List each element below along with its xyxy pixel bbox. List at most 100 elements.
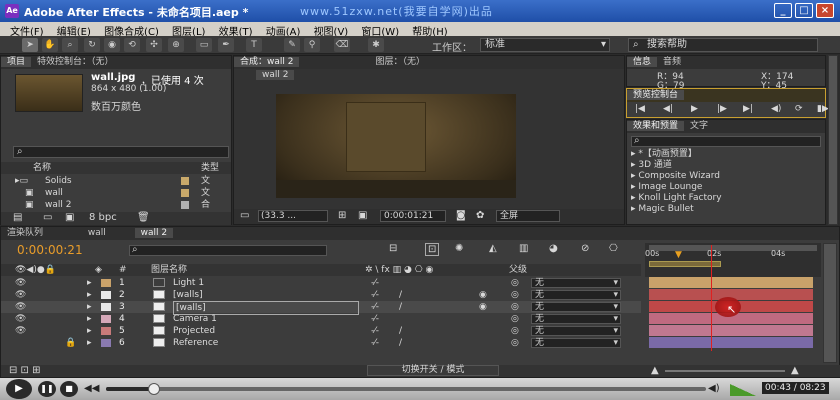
- pickwhip-icon[interactable]: ◎: [511, 325, 519, 337]
- shy-switch-icon[interactable]: -⁄-: [371, 337, 379, 349]
- pickwhip-icon[interactable]: ◎: [511, 337, 519, 349]
- list-item[interactable]: ▸ Image Lounge: [631, 182, 821, 193]
- list-item[interactable]: ▸ Magic Bullet: [631, 204, 821, 215]
- parent-select[interactable]: 无 ▾: [531, 302, 621, 312]
- list-item[interactable]: ▸ *【动画预置】: [631, 149, 821, 160]
- twirl-icon[interactable]: ▸: [87, 313, 92, 325]
- time-ruler[interactable]: 00s 02s 04s ▼: [645, 243, 821, 277]
- last-frame-icon[interactable]: ▶|: [743, 104, 753, 114]
- comp-viewer[interactable]: [276, 94, 516, 198]
- snapshot-icon[interactable]: ◙: [456, 210, 466, 221]
- timeline-search-input[interactable]: ⌕: [129, 244, 327, 256]
- timeline-scrollbar[interactable]: [823, 243, 837, 363]
- tab-effect-controls[interactable]: 特效控制台：（无）: [31, 57, 120, 67]
- quality-switch-icon[interactable]: /: [399, 301, 402, 313]
- hide-shy-icon[interactable]: ◭: [489, 243, 497, 254]
- layer-row[interactable]: 👁 ▸ 2 [walls] -⁄- / ◉ ◎ 无 ▾: [1, 289, 641, 301]
- twirl-icon[interactable]: ▸: [87, 337, 92, 349]
- 3d-switch-icon[interactable]: ◉: [479, 289, 487, 301]
- interpret-footage-icon[interactable]: ▤: [13, 212, 22, 223]
- project-search-input[interactable]: ⌕: [13, 146, 229, 158]
- text-tool-icon[interactable]: T: [246, 38, 262, 52]
- zoom-in-icon[interactable]: ▲: [791, 365, 799, 376]
- shy-switch-icon[interactable]: -⁄-: [371, 313, 379, 325]
- tab-effects-presets[interactable]: 效果和预置: [627, 121, 685, 131]
- layer-name[interactable]: Light 1: [173, 277, 204, 289]
- eye-icon[interactable]: 👁: [15, 313, 26, 325]
- new-folder-icon[interactable]: ▭: [43, 212, 52, 223]
- layer-row[interactable]: 🔒 ▸ 6 Reference -⁄- / ◎ 无 ▾: [1, 337, 641, 349]
- eye-icon[interactable]: 👁: [15, 325, 26, 337]
- play-icon[interactable]: ▶: [691, 104, 698, 114]
- layer-name[interactable]: Projected: [173, 325, 215, 337]
- twirl-icon[interactable]: ▸: [87, 277, 92, 289]
- eye-icon[interactable]: 👁: [15, 289, 26, 301]
- brainstorm-icon[interactable]: ⎔: [609, 243, 618, 254]
- tab-info[interactable]: 信息: [627, 57, 658, 67]
- comp-sub-tab[interactable]: wall 2: [256, 70, 295, 80]
- volume-level[interactable]: [730, 384, 756, 396]
- label-swatch[interactable]: [101, 315, 111, 323]
- live-update-icon[interactable]: ⊡: [425, 243, 440, 256]
- brush-tool-icon[interactable]: ✎: [284, 38, 300, 52]
- pen-tool-icon[interactable]: ✒: [218, 38, 234, 52]
- list-item[interactable]: ▸ 3D 通道: [631, 160, 821, 171]
- maximize-button[interactable]: □: [795, 3, 813, 18]
- column-name[interactable]: 名称: [33, 162, 51, 174]
- label-swatch[interactable]: [101, 279, 111, 287]
- toggle-switches-modes-button[interactable]: 切换开关 / 模式: [367, 365, 499, 376]
- audio-icon[interactable]: ◀): [771, 104, 781, 114]
- label-swatch[interactable]: [101, 291, 111, 299]
- tab-wall[interactable]: wall: [82, 228, 112, 238]
- current-time-indicator-icon[interactable]: ▼: [675, 250, 682, 260]
- minimize-button[interactable]: _: [774, 3, 792, 18]
- label-swatch[interactable]: [101, 303, 111, 311]
- camera-tool-icon[interactable]: ◉: [104, 38, 120, 52]
- resolution-select[interactable]: 全屏: [496, 210, 560, 222]
- quality-switch-icon[interactable]: /: [399, 337, 402, 349]
- new-composition-icon[interactable]: ▣: [65, 212, 74, 223]
- timeline-zoom-slider[interactable]: [665, 370, 785, 372]
- 3d-switch-icon[interactable]: ◉: [479, 301, 487, 313]
- clone-stamp-tool-icon[interactable]: ⚲: [304, 38, 320, 52]
- layer-row[interactable]: 👁 ▸ 4 Camera 1 -⁄- ◎ 无 ▾: [1, 313, 641, 325]
- eye-icon[interactable]: 👁: [15, 301, 26, 313]
- shy-switch-icon[interactable]: -⁄-: [371, 289, 379, 301]
- expand-icon[interactable]: ⊟ ⊡ ⊞: [9, 365, 41, 376]
- stop-button[interactable]: ■: [60, 381, 78, 397]
- twirl-icon[interactable]: ▸: [87, 289, 92, 301]
- tab-audio[interactable]: 音频: [657, 57, 687, 67]
- comp-timecode[interactable]: 0:00:01:21: [380, 210, 446, 222]
- color-depth[interactable]: 8 bpc: [89, 212, 117, 223]
- layer-duration-bar[interactable]: [649, 277, 813, 288]
- zoom-out-icon[interactable]: ▲: [651, 365, 659, 376]
- seek-bar[interactable]: [106, 383, 706, 395]
- quality-switch-icon[interactable]: /: [399, 325, 402, 337]
- mask-icon[interactable]: ▣: [358, 210, 367, 221]
- pickwhip-icon[interactable]: ◎: [511, 289, 519, 301]
- layer-row[interactable]: 👁 ▸ 3 [walls] -⁄- / ◉ ◎ 无 ▾: [1, 301, 641, 315]
- layer-row[interactable]: 👁 ▸ 1 Light 1 -⁄- ◎ 无 ▾: [1, 277, 641, 289]
- list-item[interactable]: ▸▭ Solids 文: [1, 175, 231, 187]
- label-swatch[interactable]: [101, 339, 111, 347]
- search-help-input[interactable]: ⌕ 搜索帮助: [628, 38, 818, 52]
- frame-blending-icon[interactable]: ▥: [519, 243, 528, 254]
- pickwhip-icon[interactable]: ◎: [511, 313, 519, 325]
- grid-icon[interactable]: ⊞: [338, 210, 346, 221]
- label-swatch[interactable]: [101, 327, 111, 335]
- effects-search-input[interactable]: ⌕: [631, 135, 821, 147]
- tab-project[interactable]: 项目: [1, 57, 32, 67]
- pause-button[interactable]: ❚❚: [38, 381, 56, 397]
- next-frame-icon[interactable]: |▶: [717, 104, 727, 114]
- current-timecode[interactable]: 0:00:00:21: [17, 243, 83, 257]
- twirl-icon[interactable]: ▸: [87, 301, 92, 313]
- rotate-tool-icon[interactable]: ↻: [84, 38, 100, 52]
- layer-duration-bar[interactable]: [649, 337, 813, 348]
- zoom-select[interactable]: (33.3 ...: [258, 210, 328, 222]
- layer-name[interactable]: [walls]: [173, 289, 203, 301]
- parent-select[interactable]: 无 ▾: [531, 278, 621, 288]
- parent-select[interactable]: 无 ▾: [531, 338, 621, 348]
- puppet-tool-icon[interactable]: ✱: [368, 38, 384, 52]
- quality-switch-icon[interactable]: /: [399, 289, 402, 301]
- layer-row[interactable]: 👁 ▸ 5 Projected -⁄- / ◎ 无 ▾: [1, 325, 641, 337]
